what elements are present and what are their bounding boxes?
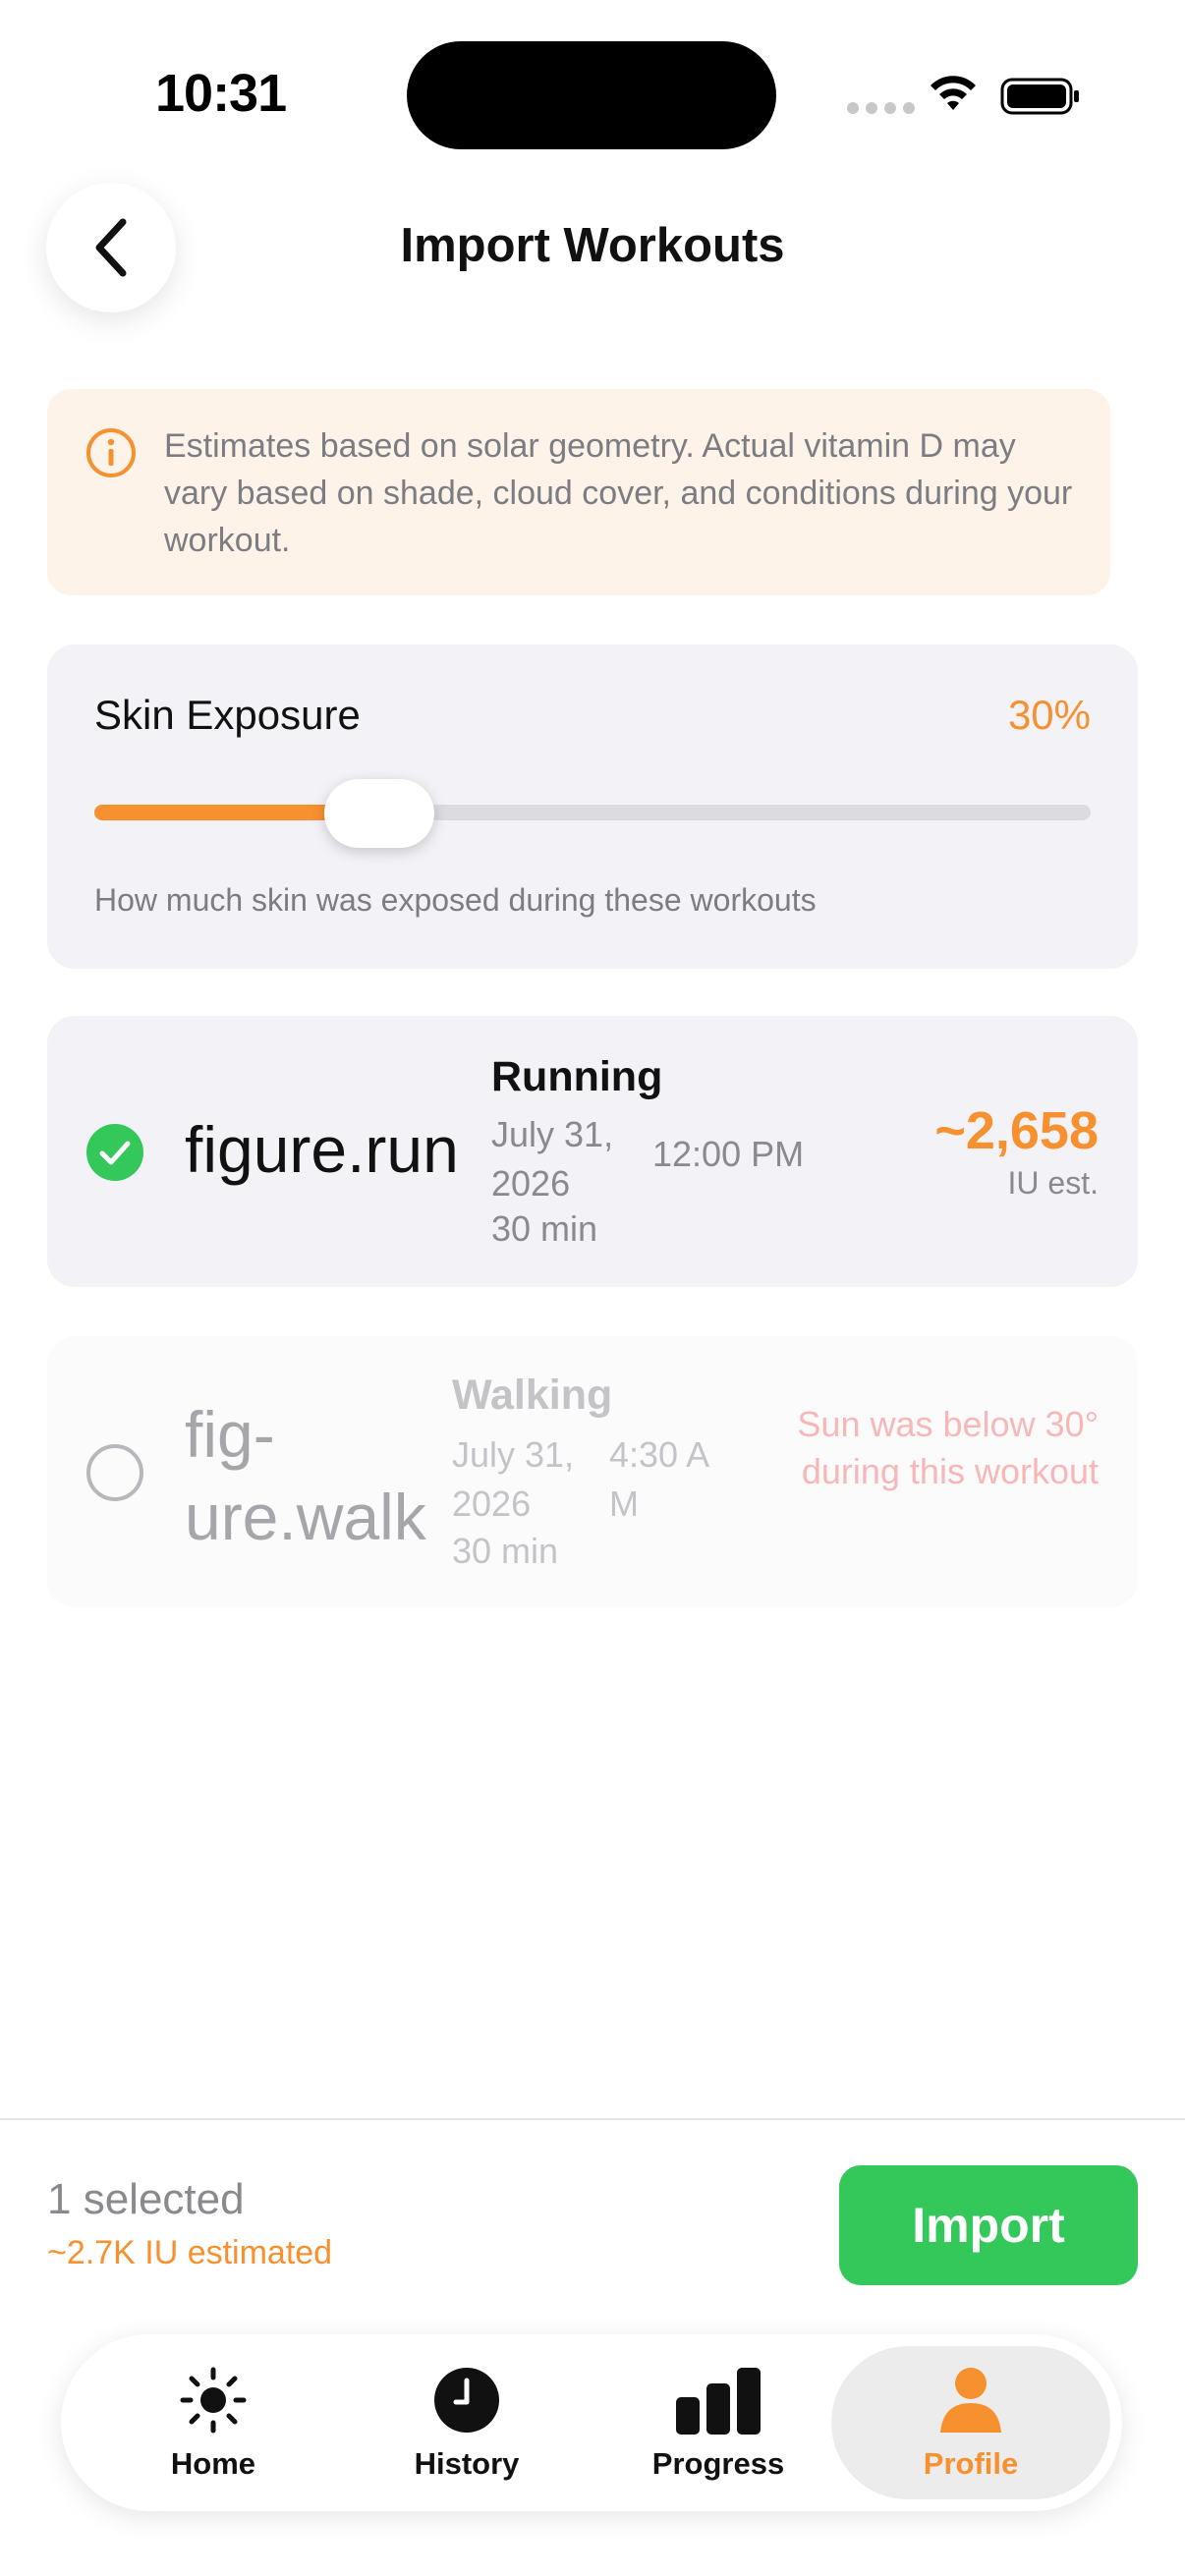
tab-label: Home	[170, 2446, 256, 2481]
tab-profile[interactable]: Profile	[831, 2346, 1110, 2499]
info-icon	[86, 428, 136, 477]
status-time: 10:31	[155, 64, 287, 123]
workout-duration: 30 min	[491, 1208, 598, 1249]
tab-label: History	[414, 2446, 520, 2481]
tab-progress[interactable]: Progress	[595, 2346, 841, 2499]
import-button[interactable]: Import	[839, 2165, 1138, 2285]
wifi-icon	[931, 76, 976, 110]
tab-label: Progress	[651, 2446, 785, 2481]
bar-chart-icon	[676, 2368, 761, 2435]
skin-exposure-value: 30%	[1007, 692, 1091, 738]
selected-count: 1 selected	[47, 2175, 245, 2223]
workout-unavailable-note: Sun was below 30° during this workout	[797, 1404, 1099, 1491]
workout-date: July 31, 2026	[452, 1434, 575, 1524]
tab-home[interactable]: Home	[90, 2346, 336, 2499]
skin-exposure-label: Skin Exposure	[94, 692, 361, 738]
workout-symbol: fig- ure.walk	[185, 1398, 426, 1553]
workout-type: Walking	[452, 1372, 613, 1419]
battery-icon	[1000, 78, 1079, 115]
workout-type: Running	[491, 1053, 663, 1100]
tab-label: Profile	[923, 2446, 1019, 2481]
selected-iu-estimate: ~2.7K IU estimated	[47, 2234, 333, 2271]
workout-time: 4:30 A M	[609, 1434, 708, 1524]
workout-iu-suffix: IU est.	[1007, 1165, 1099, 1201]
person-icon	[940, 2368, 1001, 2433]
footer-divider	[0, 2118, 1185, 2120]
checkmark-circle-icon[interactable]	[85, 1122, 145, 1183]
skin-exposure-slider-thumb[interactable]	[324, 779, 435, 848]
sun-icon	[180, 2367, 247, 2434]
workout-date: July 31, 2026	[491, 1114, 614, 1204]
cellular-signal-icon	[847, 102, 915, 114]
clock-icon	[434, 2368, 499, 2433]
info-banner-text: Estimates based on solar geometry. Actua…	[164, 427, 1073, 559]
empty-circle-icon	[86, 1444, 143, 1501]
page-title: Import Workouts	[400, 219, 785, 272]
workout-iu-estimate: ~2,658	[934, 1101, 1099, 1160]
dynamic-island	[407, 41, 776, 149]
tab-history[interactable]: History	[344, 2346, 590, 2499]
workout-duration: 30 min	[452, 1531, 559, 1571]
workout-symbol: figure.run	[185, 1113, 459, 1186]
skin-exposure-help: How much skin was exposed during these w…	[94, 882, 817, 918]
workout-time: 12:00 PM	[652, 1134, 805, 1174]
